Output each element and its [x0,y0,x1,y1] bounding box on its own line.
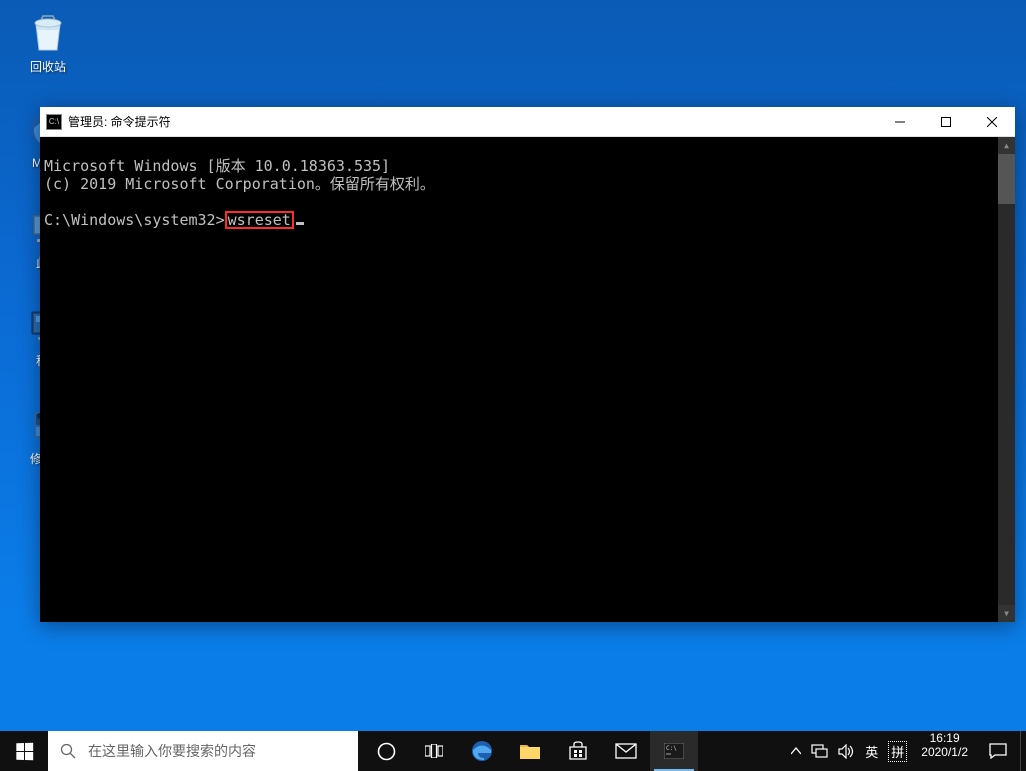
scroll-thumb[interactable] [998,154,1015,204]
volume-icon [838,744,855,759]
taskbar-explorer-button[interactable] [506,731,554,771]
tray-overflow-button[interactable] [791,747,801,755]
mail-icon [615,743,637,759]
taskbar-clock[interactable]: 16:19 2020/1/2 [913,731,976,771]
cmd-output-line: Microsoft Windows [版本 10.0.18363.535] [44,157,1011,175]
folder-icon [519,742,541,760]
cortana-button[interactable] [362,731,410,771]
taskbar-store-button[interactable] [554,731,602,771]
search-placeholder: 在这里输入你要搜索的内容 [88,741,256,761]
cmd-icon: C:\ [46,114,62,130]
task-view-button[interactable] [410,731,458,771]
tray-network-button[interactable] [811,744,828,759]
cmd-output-line: (c) 2019 Microsoft Corporation。保留所有权利。 [44,175,1011,193]
ime-mode[interactable]: 拼 [888,741,907,762]
tray-volume-button[interactable] [838,744,855,759]
clock-date: 2020/1/2 [921,745,968,759]
close-button[interactable] [969,107,1015,137]
show-desktop-button[interactable] [1020,731,1026,771]
desktop-icon-recycle-bin[interactable]: 回收站 [12,8,84,75]
cmd-window: C:\ 管理员: 命令提示符 Microsoft Windows [版本 10.… [40,107,1015,622]
search-icon [60,743,76,759]
scroll-up-button[interactable]: ▲ [998,137,1015,154]
cmd-cursor [296,222,304,225]
edge-icon [470,739,494,763]
desktop-icon-label: 回收站 [12,58,84,75]
cmd-prompt-line: C:\Windows\system32>wsreset [44,211,1011,229]
search-box[interactable]: 在这里输入你要搜索的内容 [48,731,358,771]
chevron-up-icon [791,747,801,755]
cmd-command-highlight: wsreset [225,211,294,229]
taskbar-cmd-button[interactable]: C:\ [650,731,698,771]
window-title: 管理员: 命令提示符 [68,113,877,130]
network-icon [811,744,828,759]
store-icon [568,741,588,761]
cmd-taskbar-icon: C:\ [664,743,684,759]
windows-logo-icon [16,742,33,760]
start-button[interactable] [0,731,48,771]
maximize-button[interactable] [923,107,969,137]
task-view-icon [425,744,443,758]
taskbar: 在这里输入你要搜索的内容 [0,731,1026,771]
scroll-down-button[interactable]: ▼ [998,605,1015,622]
minimize-button[interactable] [877,107,923,137]
notification-icon [989,743,1007,759]
cmd-scrollbar[interactable]: ▲ ▼ [998,137,1015,622]
titlebar[interactable]: C:\ 管理员: 命令提示符 [40,107,1015,137]
taskbar-edge-button[interactable] [458,731,506,771]
cmd-body[interactable]: Microsoft Windows [版本 10.0.18363.535](c)… [40,137,1015,622]
system-tray: 英 拼 [785,731,913,771]
action-center-button[interactable] [976,731,1020,771]
cortana-icon [377,742,396,761]
recycle-bin-icon [24,8,72,56]
cmd-prompt: C:\Windows\system32> [44,211,225,229]
ime-language[interactable]: 英 [865,742,878,761]
clock-time: 16:19 [921,731,968,745]
cmd-command: wsreset [228,211,291,229]
taskbar-mail-button[interactable] [602,731,650,771]
svg-text:C:\: C:\ [666,745,677,752]
